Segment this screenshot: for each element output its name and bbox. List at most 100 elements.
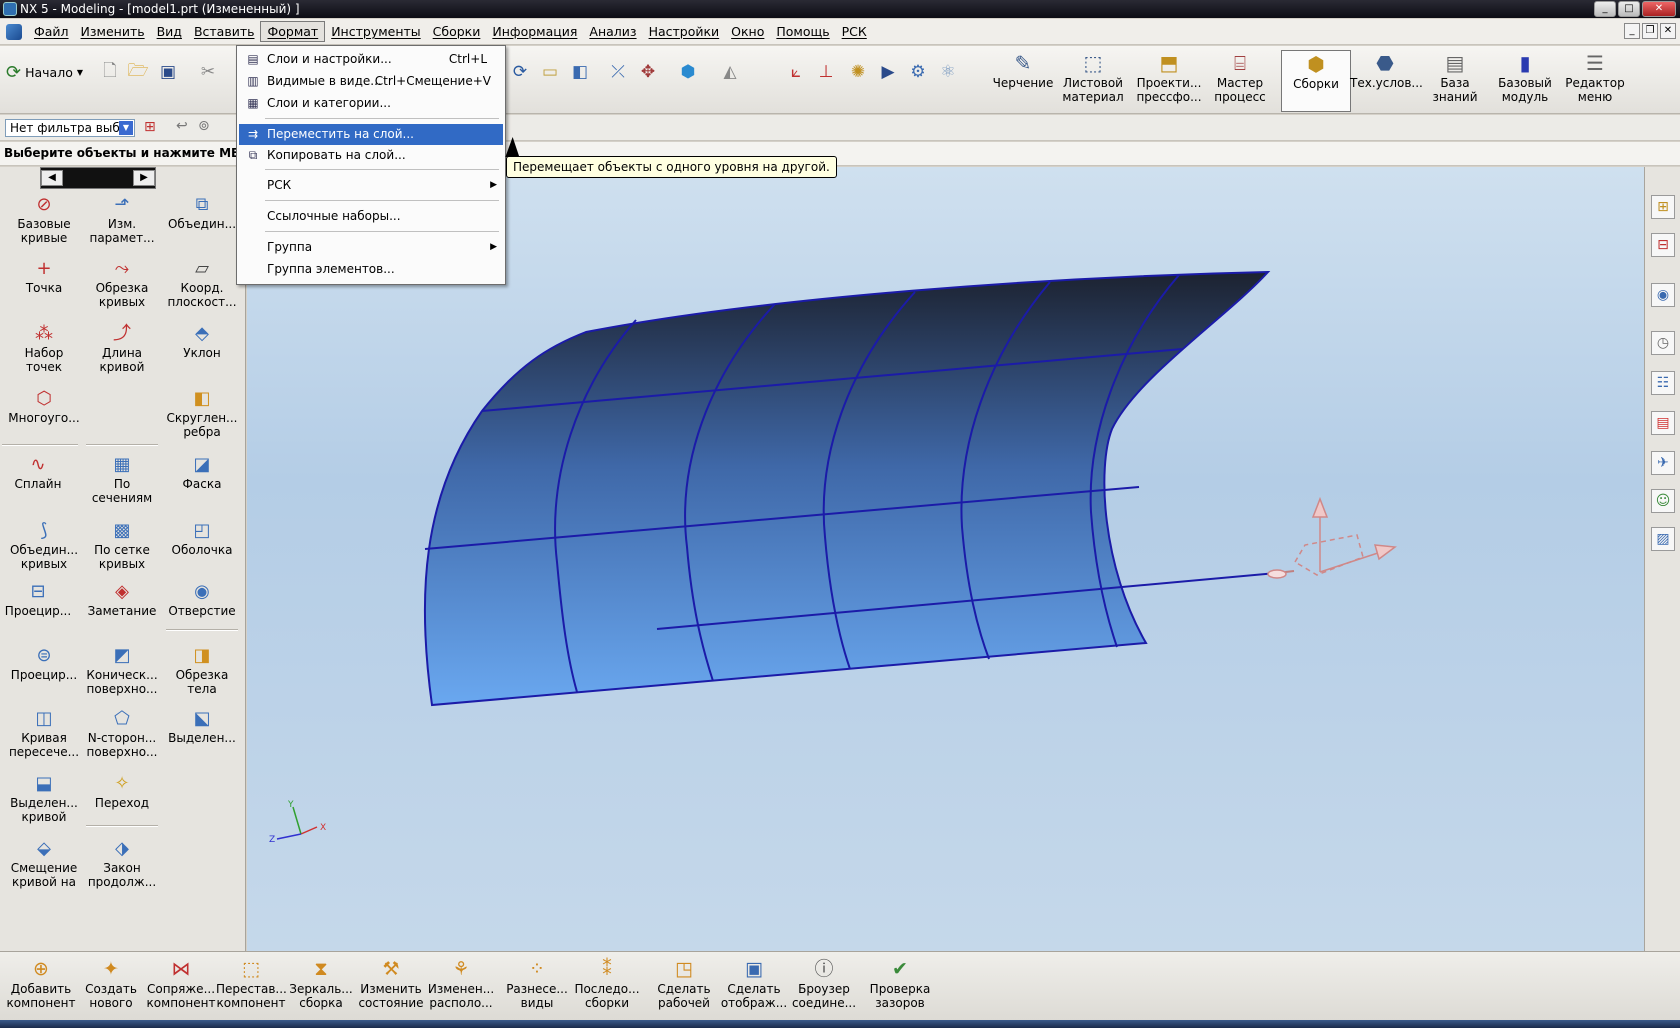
assembly-sequencing-button[interactable]: ⁑ Последо... сборки xyxy=(572,956,642,1010)
app-die-design-button[interactable]: ⬒ Проекти... прессфо... xyxy=(1134,50,1204,112)
connection-browser-button[interactable]: ⓘ Броузер соедине... xyxy=(789,956,859,1010)
wcs-dynamic-icon[interactable]: ⚙ xyxy=(906,60,930,84)
hole-button[interactable]: ◉ Отверстие xyxy=(162,580,242,618)
menu-item-move-to-layer[interactable]: ⇉ Переместить на слой... xyxy=(239,124,503,145)
extract-body-button[interactable]: ⬕ Выделен... xyxy=(162,707,242,745)
edit-parameters-button[interactable]: ⬏ Изм. парамет... xyxy=(82,193,162,245)
save-icon[interactable]: ▣ xyxy=(156,60,180,84)
app-drafting-button[interactable]: ✎ Черчение xyxy=(988,50,1058,112)
render-style-icon[interactable]: ◭ xyxy=(718,60,742,84)
curve-mesh-button[interactable]: ▩ По сетке кривых xyxy=(82,519,162,571)
point-set-button[interactable]: ⁂ Набор точек xyxy=(4,322,84,374)
conic-surface-button[interactable]: ◩ Коническ... поверхно... xyxy=(82,644,162,696)
wcs-icon[interactable]: ⟀ xyxy=(784,60,808,84)
start-button[interactable]: ⟳ Начало ▼ xyxy=(6,62,83,83)
change-state-button[interactable]: ⚒ Изменить состояние xyxy=(356,956,426,1010)
part-navigator-icon[interactable]: ⊟ xyxy=(1651,233,1675,257)
select-all-icon[interactable]: ⊚ xyxy=(198,118,210,134)
app-assemblies-button[interactable]: ⬢ Сборки xyxy=(1281,50,1351,112)
menu-edit[interactable]: Изменить xyxy=(75,22,151,41)
menu-help[interactable]: Помощь xyxy=(770,22,835,41)
history-icon[interactable]: ◷ xyxy=(1651,331,1675,355)
join-curves-button[interactable]: ⟆ Объедин... кривых xyxy=(4,519,84,571)
zoom-icon[interactable]: ◧ xyxy=(568,60,592,84)
make-work-part-button[interactable]: ◳ Сделать рабочей xyxy=(649,956,719,1010)
chevron-down-icon[interactable]: ▼ xyxy=(119,121,133,135)
menu-file[interactable]: Файл xyxy=(28,22,75,41)
menu-view[interactable]: Вид xyxy=(151,22,188,41)
refresh-icon[interactable]: ⟳ xyxy=(508,60,532,84)
menu-item-visible-in-view[interactable]: ▥ Видимые в виде... Ctrl+Смещение+V xyxy=(239,71,503,92)
rotate-icon[interactable]: ⤫ xyxy=(606,60,630,84)
doc-restore-button[interactable]: ❐ xyxy=(1642,23,1658,39)
make-displayed-part-button[interactable]: ▣ Сделать отображ... xyxy=(719,956,789,1010)
web-browser-icon[interactable]: ◉ xyxy=(1651,283,1675,307)
point-button[interactable]: + Точка xyxy=(4,257,84,295)
bridge-button[interactable]: ✧ Переход xyxy=(82,772,162,810)
unite-button[interactable]: ⧉ Объедин... xyxy=(162,193,242,231)
menu-item-wcs[interactable]: РСК ▶ xyxy=(239,175,503,196)
wcs-display-icon[interactable]: ⚛ xyxy=(936,60,960,84)
app-sheet-metal-button[interactable]: ⬚ Листовой материал xyxy=(1058,50,1128,112)
palette-next-button[interactable]: ▶ xyxy=(133,170,155,186)
system-scenes-icon[interactable]: ▨ xyxy=(1651,527,1675,551)
mate-component-button[interactable]: ⋈ Сопряже... компонент xyxy=(146,956,216,1010)
offset-curve-button[interactable]: ⬙ Смещение кривой на xyxy=(4,837,84,889)
polygon-button[interactable]: ⬡ Многоуго... xyxy=(4,387,84,425)
surface-model[interactable] xyxy=(423,270,1295,707)
edge-blend-button[interactable]: ◧ Скруглен... ребра xyxy=(162,387,242,439)
doc-close-button[interactable]: ✕ xyxy=(1660,23,1676,39)
menu-item-group[interactable]: Группа ▶ xyxy=(239,237,503,258)
app-menu-editor-button[interactable]: ☰ Редактор меню xyxy=(1560,50,1630,112)
spline-button[interactable]: ∿ Сплайн xyxy=(0,453,78,491)
type-filter-select[interactable]: Нет фильтра выбо ▼ xyxy=(5,119,135,137)
app-tech-specs-button[interactable]: ⬣ Тех.услов... xyxy=(1350,50,1423,112)
wcs-rotate-icon[interactable]: ✺ xyxy=(846,60,870,84)
project-curve-button[interactable]: ⊟ Проецир... xyxy=(0,580,78,618)
wcs-dynamic-handle[interactable] xyxy=(1267,496,1397,579)
maximize-button[interactable]: □ xyxy=(1618,1,1640,17)
project-button[interactable]: ⊜ Проецир... xyxy=(4,644,84,682)
swept-button[interactable]: ◈ Заметание xyxy=(82,580,162,618)
create-new-component-button[interactable]: ✦ Создать нового xyxy=(76,956,146,1010)
fit-icon[interactable]: ▭ xyxy=(538,60,562,84)
menu-item-layer-categories[interactable]: ▦ Слои и категории... xyxy=(239,93,503,114)
shaded-view-icon[interactable]: ⬢ xyxy=(676,60,700,84)
selection-scope-icon[interactable]: ⊞ xyxy=(144,119,156,135)
menu-window[interactable]: Окно xyxy=(725,22,770,41)
datum-plane-button[interactable]: ▱ Коорд. плоскост... xyxy=(162,257,242,309)
intersection-curve-button[interactable]: ◫ Кривая пересече... xyxy=(4,707,84,759)
palettes-icon[interactable]: ☷ xyxy=(1651,371,1675,395)
extract-curve-button[interactable]: ⬓ Выделен... кривой xyxy=(4,772,84,824)
menu-assemblies[interactable]: Сборки xyxy=(427,22,487,41)
menu-wcs[interactable]: РСК xyxy=(836,22,873,41)
trim-body-button[interactable]: ◨ Обрезка тела xyxy=(162,644,242,696)
menu-tools[interactable]: Инструменты xyxy=(325,22,426,41)
cut-icon[interactable]: ✂ xyxy=(196,60,220,84)
through-curves-button[interactable]: ▦ По сечениям xyxy=(82,453,162,505)
roles-icon[interactable]: ☺ xyxy=(1651,489,1675,513)
menu-information[interactable]: Информация xyxy=(486,22,583,41)
basic-curves-button[interactable]: ⊘ Базовые кривые xyxy=(4,193,84,245)
add-component-button[interactable]: ⊕ Добавить компонент xyxy=(6,956,76,1010)
app-knowledge-base-button[interactable]: ▤ База знаний xyxy=(1420,50,1490,112)
assembly-navigator-icon[interactable]: ⊞ xyxy=(1651,195,1675,219)
clearance-analysis-button[interactable]: ✔ Проверка зазоров xyxy=(865,956,935,1010)
reposition-component-button[interactable]: ⬚ Перестав... компонент xyxy=(216,956,287,1010)
doc-minimize-button[interactable]: _ xyxy=(1624,23,1640,39)
menu-item-reference-sets[interactable]: Ссылочные наборы... xyxy=(239,206,503,227)
app-process-wizard-button[interactable]: ⌸ Мастер процесс xyxy=(1205,50,1275,112)
pan-icon[interactable]: ✥ xyxy=(636,60,660,84)
menu-item-feature-group[interactable]: Группа элементов... xyxy=(239,259,503,280)
edit-arrangement-button[interactable]: ⚘ Изменен... располо... xyxy=(426,956,496,1010)
n-sided-surface-button[interactable]: ⬠ N-сторон... поверхно... xyxy=(82,707,162,759)
nx-menu-icon[interactable] xyxy=(6,23,22,40)
menu-item-layer-settings[interactable]: ▤ Слои и настройки... Ctrl+L xyxy=(239,49,503,70)
new-file-icon[interactable]: 🗋 xyxy=(98,60,122,84)
app-base-module-button[interactable]: ▮ Базовый модуль xyxy=(1490,50,1560,112)
curve-length-button[interactable]: ⤴ Длина кривой xyxy=(82,322,162,374)
palette-prev-button[interactable]: ◀ xyxy=(41,170,63,186)
mirror-assembly-button[interactable]: ⧗ Зеркаль... сборка xyxy=(286,956,356,1010)
draft-button[interactable]: ⬘ Уклон xyxy=(162,322,242,360)
minimize-button[interactable]: _ xyxy=(1594,1,1616,17)
